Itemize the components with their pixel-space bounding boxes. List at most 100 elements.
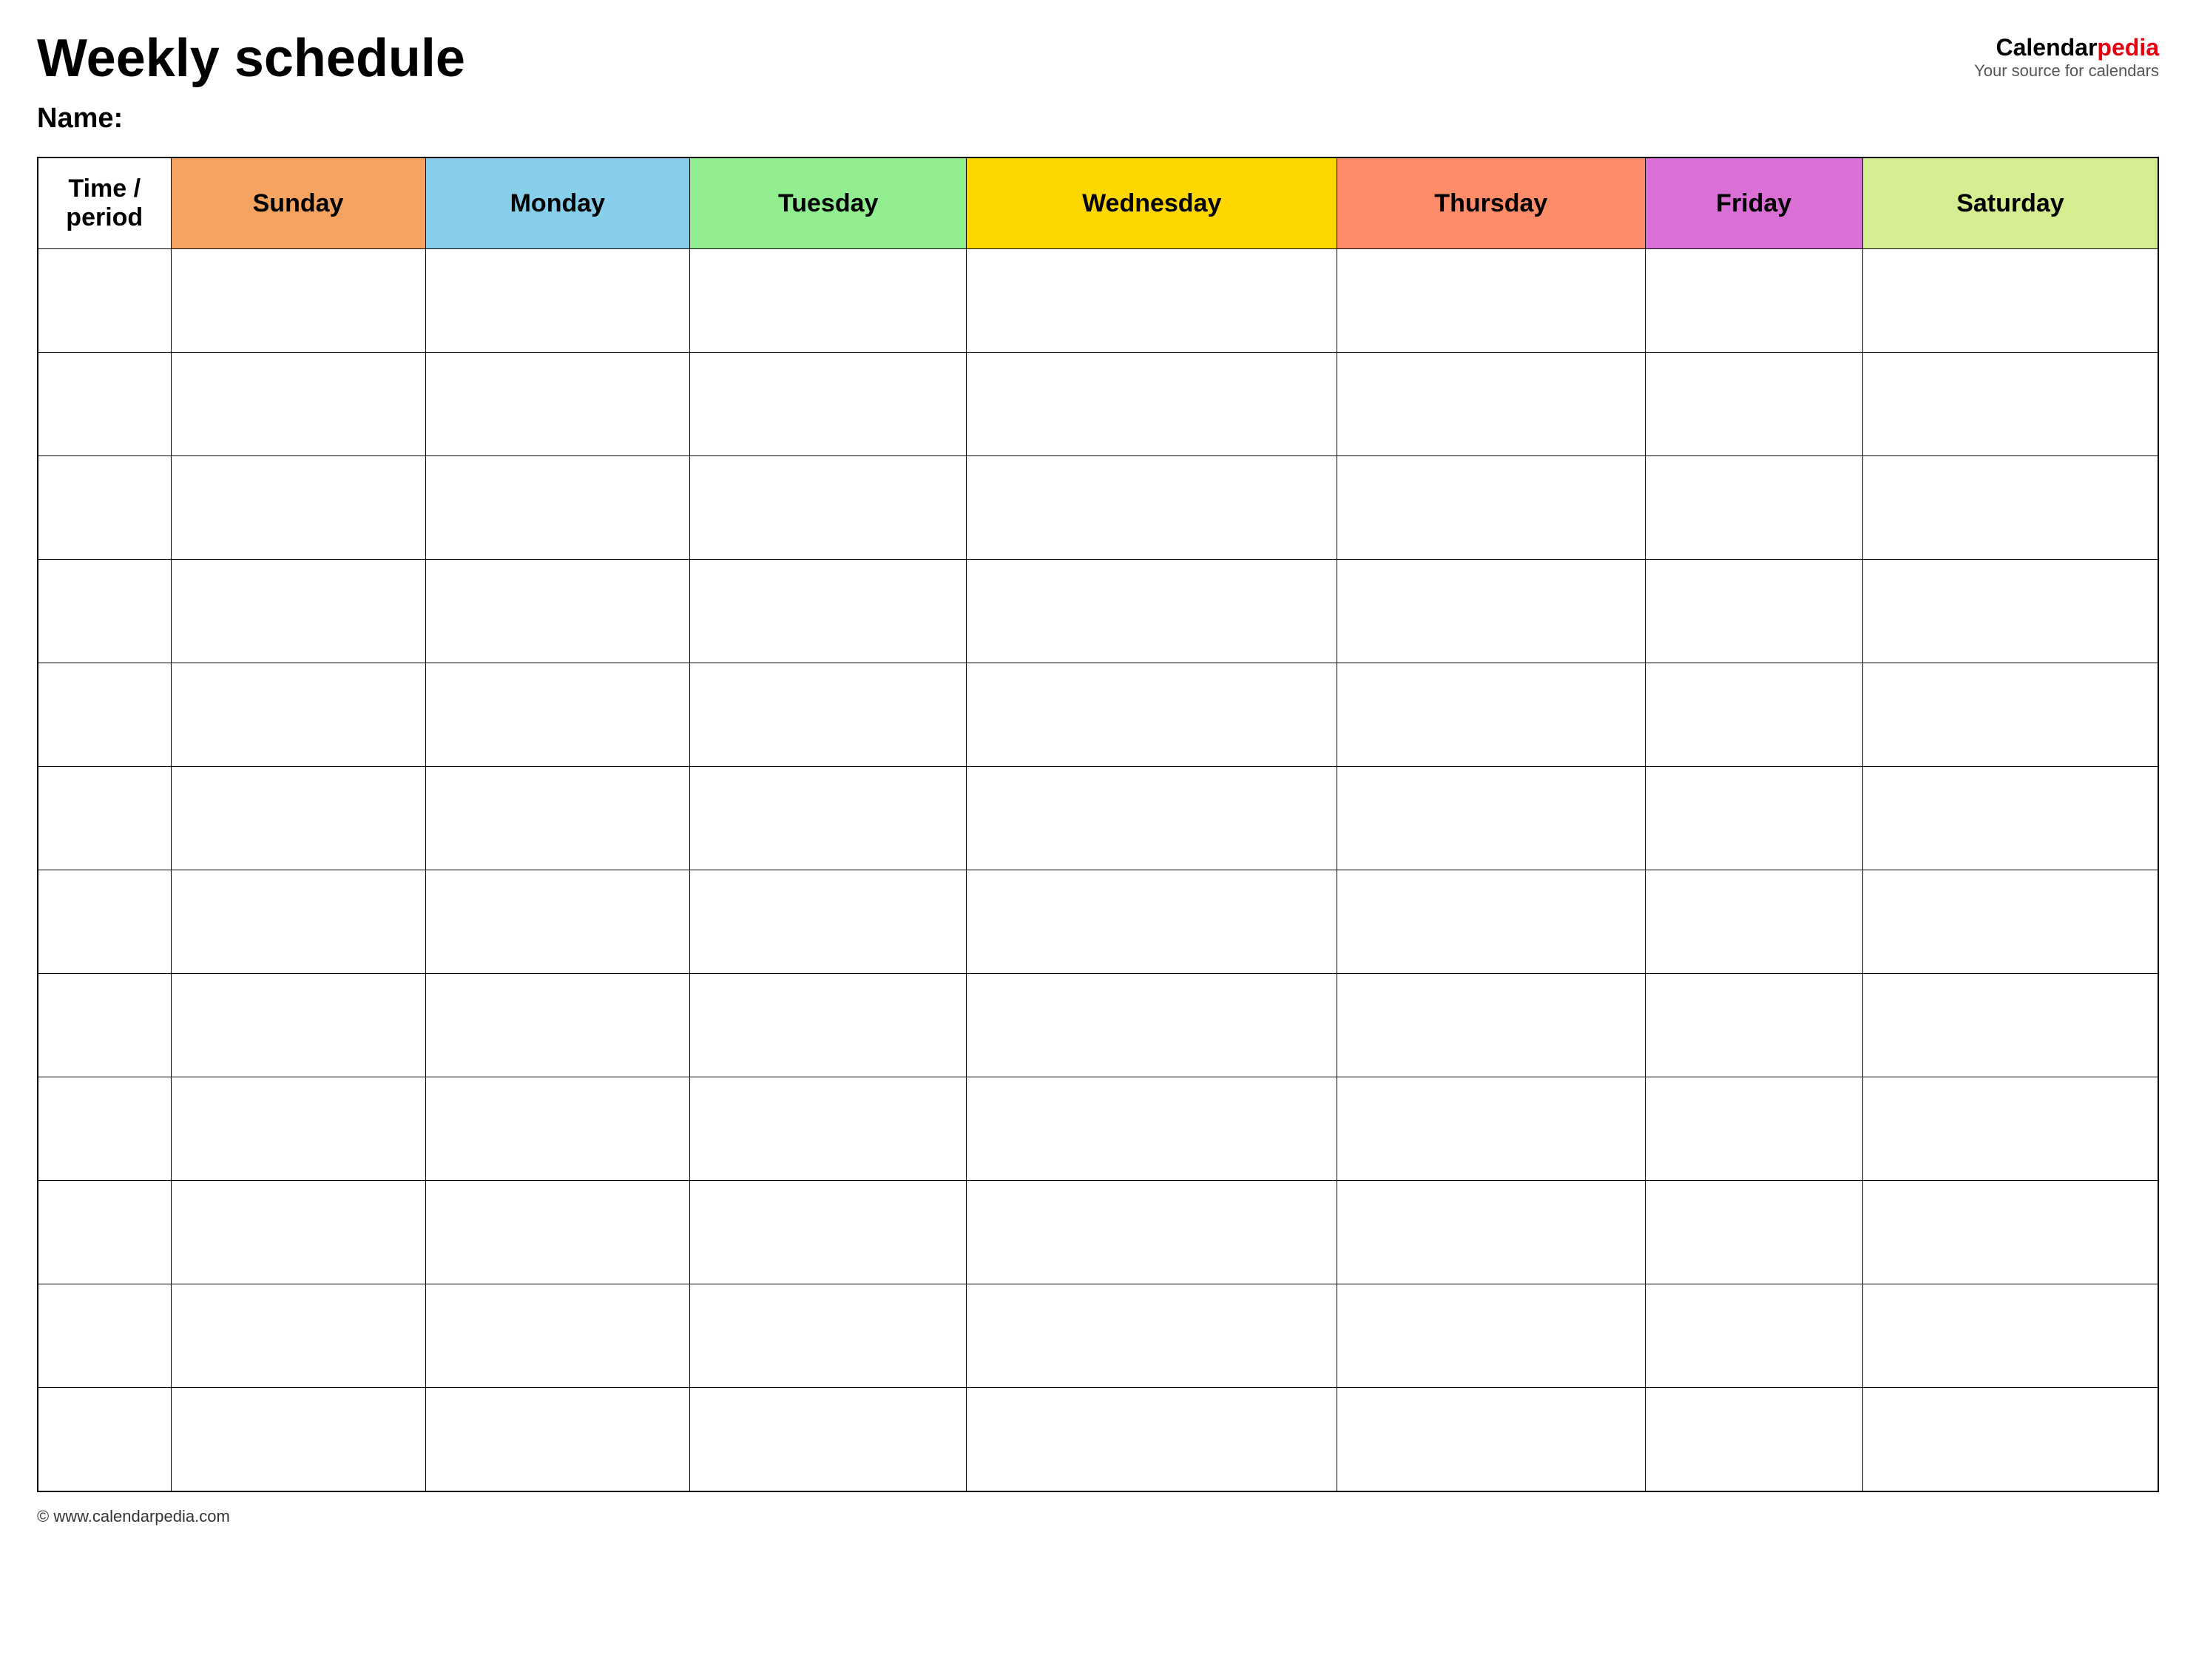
schedule-cell[interactable] — [1645, 353, 1862, 456]
schedule-cell[interactable] — [171, 249, 425, 353]
schedule-cell[interactable] — [171, 1388, 425, 1491]
schedule-cell[interactable] — [967, 1388, 1337, 1491]
schedule-cell[interactable] — [425, 353, 690, 456]
schedule-cell[interactable] — [171, 974, 425, 1077]
schedule-cell[interactable] — [967, 456, 1337, 560]
schedule-cell[interactable] — [425, 974, 690, 1077]
schedule-cell[interactable] — [1862, 1077, 2158, 1181]
time-cell[interactable] — [38, 767, 171, 870]
schedule-cell[interactable] — [690, 663, 967, 767]
schedule-cell[interactable] — [1337, 663, 1645, 767]
schedule-cell[interactable] — [1337, 1284, 1645, 1388]
schedule-cell[interactable] — [1645, 870, 1862, 974]
schedule-cell[interactable] — [1337, 1388, 1645, 1491]
schedule-cell[interactable] — [1862, 870, 2158, 974]
schedule-cell[interactable] — [967, 870, 1337, 974]
schedule-cell[interactable] — [425, 560, 690, 663]
time-cell[interactable] — [38, 456, 171, 560]
schedule-cell[interactable] — [425, 663, 690, 767]
schedule-cell[interactable] — [1862, 1284, 2158, 1388]
schedule-cell[interactable] — [690, 249, 967, 353]
schedule-cell[interactable] — [690, 974, 967, 1077]
schedule-cell[interactable] — [690, 456, 967, 560]
schedule-cell[interactable] — [1862, 1181, 2158, 1284]
schedule-cell[interactable] — [690, 767, 967, 870]
schedule-cell[interactable] — [1337, 1181, 1645, 1284]
time-cell[interactable] — [38, 870, 171, 974]
schedule-cell[interactable] — [1645, 974, 1862, 1077]
schedule-cell[interactable] — [1337, 974, 1645, 1077]
schedule-cell[interactable] — [967, 249, 1337, 353]
schedule-cell[interactable] — [171, 870, 425, 974]
schedule-cell[interactable] — [1645, 1077, 1862, 1181]
name-row: Name: — [37, 103, 2159, 135]
schedule-cell[interactable] — [425, 767, 690, 870]
schedule-cell[interactable] — [690, 560, 967, 663]
time-cell[interactable] — [38, 1388, 171, 1491]
time-cell[interactable] — [38, 1284, 171, 1388]
schedule-cell[interactable] — [1337, 1077, 1645, 1181]
schedule-cell[interactable] — [1862, 663, 2158, 767]
schedule-cell[interactable] — [1337, 353, 1645, 456]
table-row — [38, 353, 2158, 456]
schedule-cell[interactable] — [1645, 1284, 1862, 1388]
time-cell[interactable] — [38, 353, 171, 456]
schedule-cell[interactable] — [967, 560, 1337, 663]
schedule-cell[interactable] — [171, 353, 425, 456]
schedule-cell[interactable] — [967, 1181, 1337, 1284]
schedule-cell[interactable] — [425, 1181, 690, 1284]
time-cell[interactable] — [38, 560, 171, 663]
schedule-cell[interactable] — [171, 767, 425, 870]
schedule-cell[interactable] — [967, 1284, 1337, 1388]
time-cell[interactable] — [38, 249, 171, 353]
schedule-cell[interactable] — [1337, 249, 1645, 353]
schedule-cell[interactable] — [425, 1077, 690, 1181]
schedule-cell[interactable] — [1645, 1181, 1862, 1284]
schedule-cell[interactable] — [425, 456, 690, 560]
schedule-cell[interactable] — [967, 974, 1337, 1077]
schedule-cell[interactable] — [967, 767, 1337, 870]
schedule-cell[interactable] — [1862, 353, 2158, 456]
schedule-cell[interactable] — [1645, 767, 1862, 870]
schedule-cell[interactable] — [1862, 767, 2158, 870]
schedule-cell[interactable] — [1645, 456, 1862, 560]
schedule-cell[interactable] — [1645, 560, 1862, 663]
schedule-cell[interactable] — [171, 663, 425, 767]
schedule-cell[interactable] — [1645, 1388, 1862, 1491]
schedule-cell[interactable] — [171, 1181, 425, 1284]
schedule-cell[interactable] — [1862, 974, 2158, 1077]
time-cell[interactable] — [38, 1077, 171, 1181]
schedule-cell[interactable] — [1862, 560, 2158, 663]
schedule-cell[interactable] — [1862, 456, 2158, 560]
schedule-cell[interactable] — [690, 1181, 967, 1284]
col-header-thursday: Thursday — [1337, 158, 1645, 249]
schedule-cell[interactable] — [1645, 663, 1862, 767]
schedule-cell[interactable] — [1645, 249, 1862, 353]
schedule-cell[interactable] — [690, 1284, 967, 1388]
schedule-cell[interactable] — [1337, 767, 1645, 870]
schedule-cell[interactable] — [1862, 249, 2158, 353]
schedule-cell[interactable] — [171, 1284, 425, 1388]
schedule-cell[interactable] — [690, 1388, 967, 1491]
schedule-cell[interactable] — [171, 1077, 425, 1181]
schedule-cell[interactable] — [690, 1077, 967, 1181]
schedule-cell[interactable] — [425, 1388, 690, 1491]
time-cell[interactable] — [38, 974, 171, 1077]
schedule-cell[interactable] — [1337, 560, 1645, 663]
schedule-cell[interactable] — [690, 870, 967, 974]
schedule-cell[interactable] — [967, 353, 1337, 456]
schedule-cell[interactable] — [1337, 456, 1645, 560]
time-cell[interactable] — [38, 1181, 171, 1284]
schedule-cell[interactable] — [425, 249, 690, 353]
schedule-cell[interactable] — [1337, 870, 1645, 974]
schedule-cell[interactable] — [1862, 1388, 2158, 1491]
schedule-cell[interactable] — [171, 456, 425, 560]
schedule-cell[interactable] — [690, 353, 967, 456]
schedule-cell[interactable] — [967, 1077, 1337, 1181]
schedule-cell[interactable] — [171, 560, 425, 663]
schedule-cell[interactable] — [967, 663, 1337, 767]
footer-text: © www.calendarpedia.com — [37, 1507, 230, 1525]
time-cell[interactable] — [38, 663, 171, 767]
schedule-cell[interactable] — [425, 1284, 690, 1388]
schedule-cell[interactable] — [425, 870, 690, 974]
